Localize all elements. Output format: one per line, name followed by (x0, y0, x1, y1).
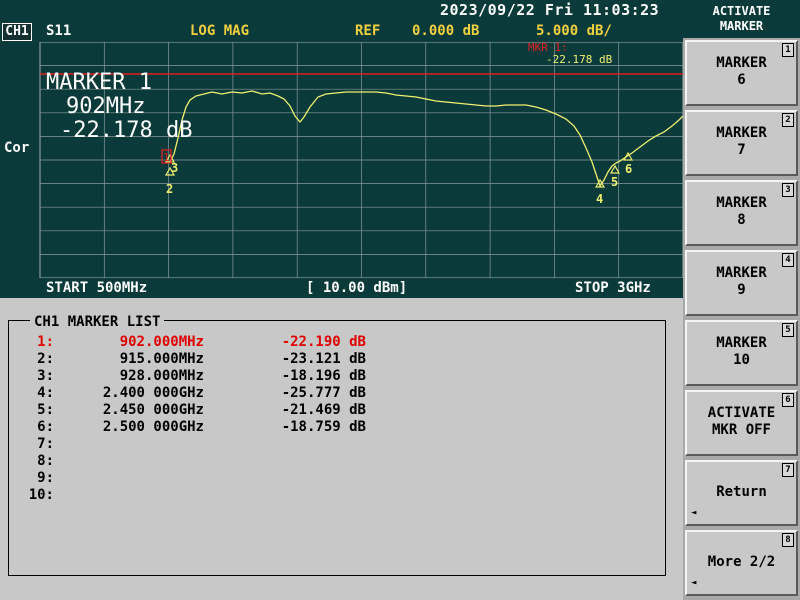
softkey-number: 5 (782, 323, 794, 337)
marker-4-tag: 4 (596, 192, 603, 206)
marker-1-tag: 1 (163, 151, 170, 164)
marker-5-tag: 5 (611, 175, 618, 189)
marker-frequency: 915.000MHz (119, 351, 204, 367)
softkey-label: MARKER 7 (716, 125, 767, 158)
marker-readout-title: MARKER 1 (46, 70, 152, 95)
format-label[interactable]: LOG MAG (190, 23, 249, 39)
softkey-label: More 2/2 (707, 554, 776, 570)
softkey-menu-title: ACTIVATE MARKER (683, 0, 800, 38)
marker-list-title: CH1 MARKER LIST (30, 314, 165, 330)
s11-trace (169, 90, 683, 188)
marker-value: -18.196 dB (281, 368, 366, 384)
marker-number: 10: (28, 487, 54, 503)
stop-frequency[interactable]: STOP 3GHz (575, 280, 651, 296)
s-parameter[interactable]: S11 (46, 23, 71, 39)
marker-number: 6: (37, 419, 54, 435)
trace-plot[interactable]: Cor 1 3 2 4 5 6 MARKER 1 902MHz -22.178 … (0, 42, 683, 278)
submenu-arrow-icon: ◄ (691, 578, 697, 588)
sweep-footer: START 500MHz [ 10.00 dBm] STOP 3GHz (0, 278, 683, 298)
submenu-arrow-icon: ◄ (691, 508, 697, 518)
marker-frequency: 902.000MHz (119, 334, 204, 350)
softkey-label: MARKER 6 (716, 55, 767, 88)
softkey-label: MARKER 8 (716, 195, 767, 228)
softkey-3[interactable]: MARKER 8 3 (685, 180, 798, 246)
marker-value: -21.469 dB (281, 402, 366, 418)
marker-readout-freq: 902MHz (66, 94, 146, 119)
marker-value: -25.777 dB (281, 385, 366, 401)
softkey-label: MARKER 9 (716, 265, 767, 298)
softkey-5[interactable]: MARKER 10 5 (685, 320, 798, 386)
marker-number: 1: (37, 334, 54, 350)
marker-readout-value: -22.178 dB (60, 118, 193, 143)
softkey-7[interactable]: Return 7 ◄ (685, 460, 798, 526)
channel-indicator[interactable]: CH1 (2, 23, 32, 41)
marker-number: 4: (37, 385, 54, 401)
marker-number: 5: (37, 402, 54, 418)
status-bar: 2023/09/22 Fri 11:03:23 (0, 0, 683, 22)
ref-label: REF (355, 23, 381, 39)
scale-value[interactable]: 5.000 dB/ (536, 23, 612, 39)
marker-number: 2: (37, 351, 54, 367)
source-power[interactable]: [ 10.00 dBm] (306, 280, 407, 296)
softkey-number: 2 (782, 113, 794, 127)
start-frequency[interactable]: START 500MHz (46, 280, 147, 296)
marker-6-tag: 6 (625, 162, 632, 176)
marker-frequency: 2.450 000GHz (102, 402, 204, 418)
softkey-label: ACTIVATE MKR OFF (707, 405, 776, 438)
softkey-2[interactable]: MARKER 7 2 (685, 110, 798, 176)
softkey-6[interactable]: ACTIVATE MKR OFF 6 (685, 390, 798, 456)
softkey-number: 1 (782, 43, 794, 57)
marker-number: 7: (37, 436, 54, 452)
marker-5-symbol (609, 164, 621, 174)
softkey-label: MARKER 10 (716, 335, 767, 368)
softkey-1[interactable]: MARKER 6 1 (685, 40, 798, 106)
softkey-number: 7 (782, 463, 794, 477)
softkey-8[interactable]: More 2/2 8 ◄ (685, 530, 798, 596)
softkey-label: Return (716, 484, 767, 500)
softkey-number: 3 (782, 183, 794, 197)
marker-value: -22.190 dB (281, 334, 366, 350)
marker-frequency: 928.000MHz (119, 368, 204, 384)
softkey-menu-title-text: ACTIVATE MARKER (712, 4, 771, 33)
ref-value[interactable]: 0.000 dB (412, 23, 479, 39)
softkey-number: 8 (782, 533, 794, 547)
softkey-number: 6 (782, 393, 794, 407)
marker-value: -18.759 dB (281, 419, 366, 435)
marker-number: 3: (37, 368, 54, 384)
marker-number: 8: (37, 453, 54, 469)
softkey-number: 4 (782, 253, 794, 267)
marker-value: -23.121 dB (281, 351, 366, 367)
softkey-4[interactable]: MARKER 9 4 (685, 250, 798, 316)
marker-frequency: 2.400 000GHz (102, 385, 204, 401)
trace-header: CH1 S11 LOG MAG REF 0.000 dB 5.000 dB/ (0, 22, 683, 42)
datetime: 2023/09/22 Fri 11:03:23 (440, 1, 660, 19)
marker-list-area: CH1 MARKER LIST 1: 902.000MHz -22.190 dB 2:… (0, 298, 683, 600)
marker-number: 9: (37, 470, 54, 486)
marker-top-value: -22.178 dB (546, 53, 613, 66)
marker-3-tag: 3 (171, 161, 178, 175)
softkey-panel: ACTIVATE MARKER MARKER 6 1 MARKER 7 2 MARKER… (683, 0, 800, 600)
marker-2-tag: 2 (166, 182, 173, 196)
marker-frequency: 2.500 000GHz (102, 419, 204, 435)
